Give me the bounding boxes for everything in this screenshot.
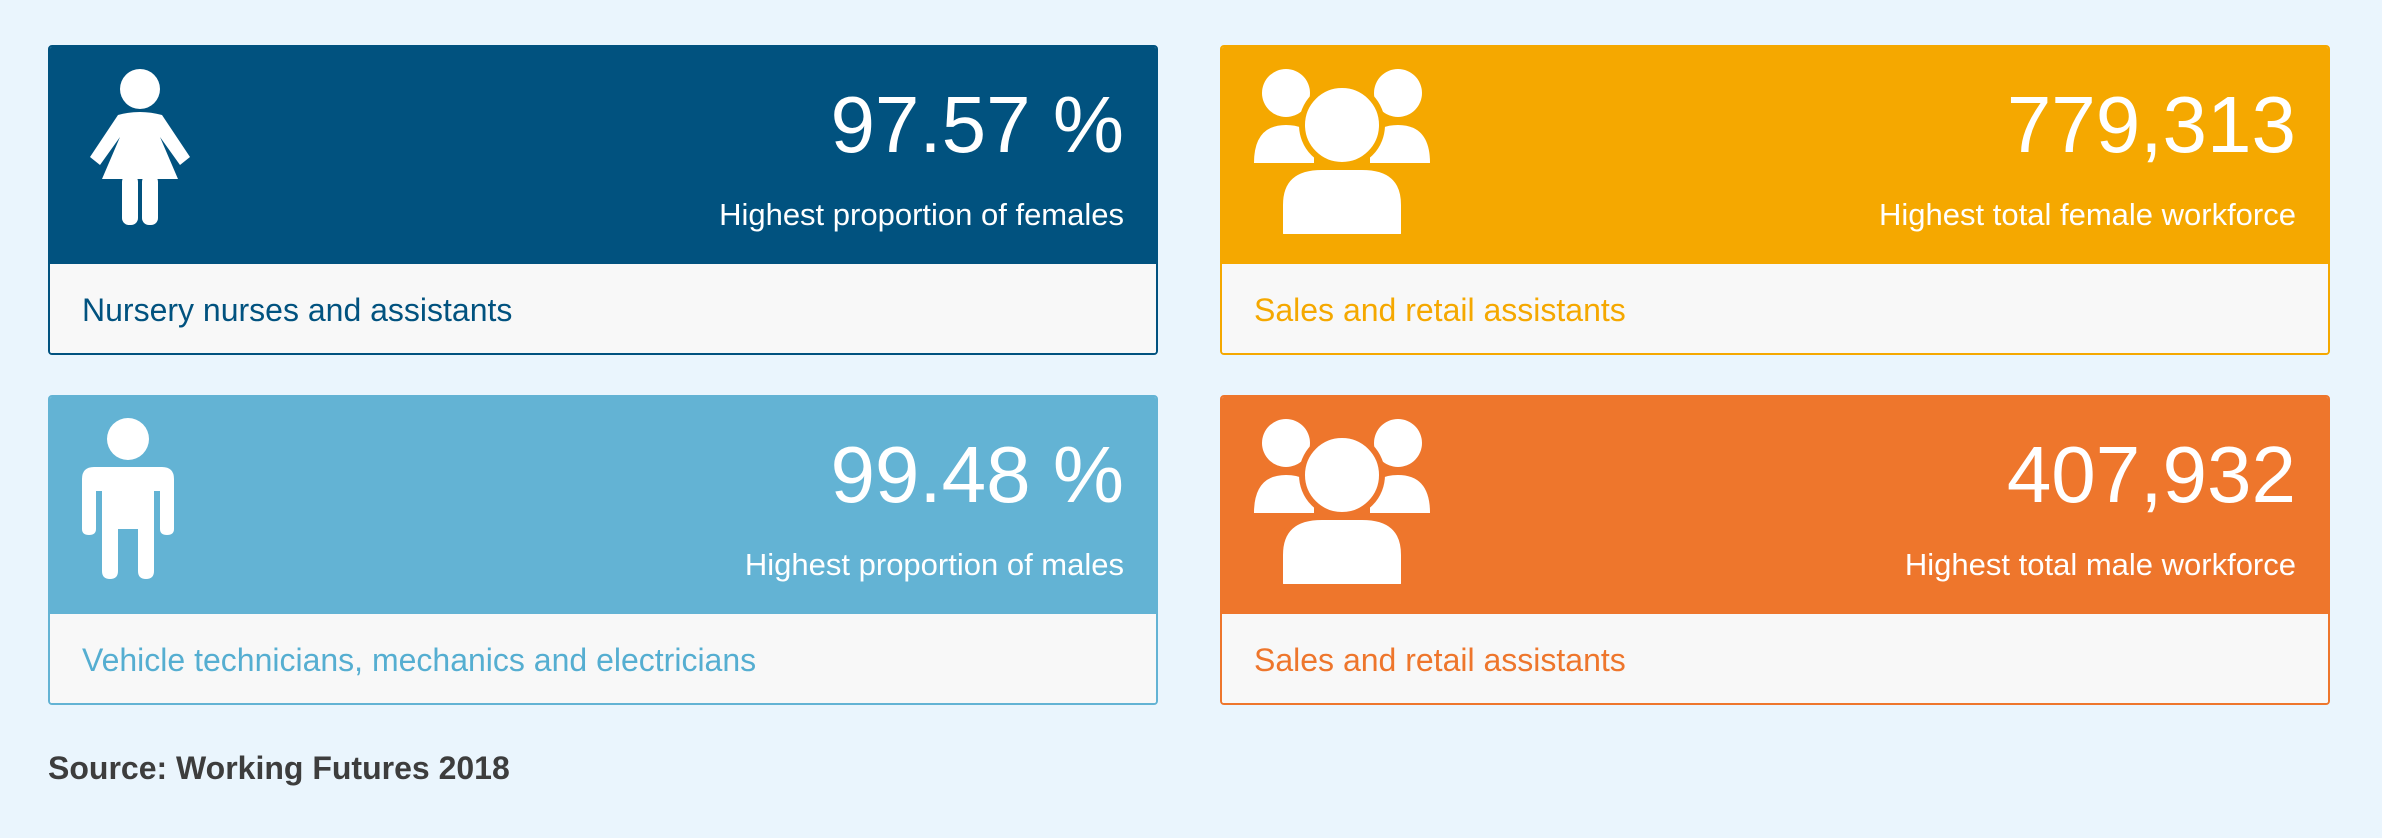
group-of-people-icon <box>1254 419 1430 587</box>
stat-card-male-proportion: 99.48 % Highest proportion of males Vehi… <box>48 395 1158 705</box>
stat-value: 99.48 % <box>830 430 1124 519</box>
stat-card-header: 407,932 Highest total male workforce <box>1222 397 2328 614</box>
group-of-people-icon <box>1254 69 1430 237</box>
occupation-label: Nursery nurses and assistants <box>50 264 1156 353</box>
stat-card-male-workforce: 407,932 Highest total male workforce Sal… <box>1220 395 2330 705</box>
stat-value: 97.57 % <box>830 80 1124 169</box>
male-person-icon <box>82 418 174 579</box>
occupation-label: Sales and retail assistants <box>1222 264 2328 353</box>
stat-value: 779,313 <box>2006 80 2296 169</box>
stat-card-header: 779,313 Highest total female workforce <box>1222 47 2328 264</box>
source-note: Source: Working Futures 2018 <box>48 750 510 786</box>
stat-caption: Highest total female workforce <box>1879 197 2296 232</box>
occupation-label: Sales and retail assistants <box>1222 614 2328 703</box>
female-person-icon <box>90 69 190 225</box>
stat-caption: Highest proportion of males <box>744 547 1124 582</box>
stat-value: 407,932 <box>2006 430 2296 519</box>
stat-card-header: 97.57 % Highest proportion of females <box>50 47 1156 264</box>
stat-caption: Highest total male workforce <box>1904 547 2296 582</box>
stat-card-female-workforce: 779,313 Highest total female workforce S… <box>1220 45 2330 355</box>
stat-card-female-proportion: 97.57 % Highest proportion of females Nu… <box>48 45 1158 355</box>
occupation-label: Vehicle technicians, mechanics and elect… <box>50 614 1156 703</box>
stat-caption: Highest proportion of females <box>719 197 1124 232</box>
stat-card-header: 99.48 % Highest proportion of males <box>50 397 1156 614</box>
